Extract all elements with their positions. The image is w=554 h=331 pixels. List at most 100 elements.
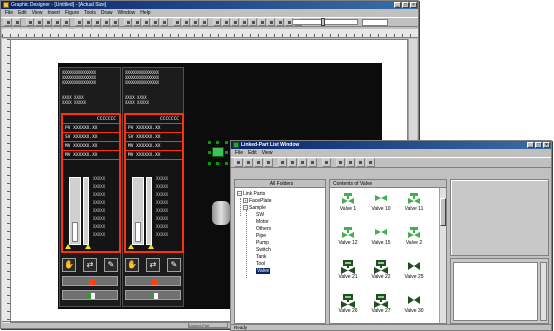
preview-view-icon[interactable] — [366, 158, 375, 167]
cut-icon[interactable] — [288, 158, 297, 167]
tree-node-switch[interactable]: Switch — [256, 247, 271, 253]
menu-view[interactable]: View — [32, 9, 43, 17]
tree-node-others[interactable]: Others — [256, 226, 271, 232]
list-view-icon[interactable] — [346, 158, 355, 167]
menu-tools[interactable]: Tools — [84, 9, 96, 17]
tree-node-sw[interactable]: SW — [256, 212, 264, 218]
new-icon[interactable] — [244, 158, 253, 167]
part-item[interactable]: Valve 15 — [366, 226, 396, 246]
cut-icon[interactable] — [93, 18, 101, 26]
large-icons-view-icon[interactable] — [336, 158, 345, 167]
zoom-dropdown[interactable] — [362, 19, 388, 26]
selection-handle[interactable] — [208, 151, 211, 154]
selected-valve-component[interactable] — [208, 141, 228, 165]
polygon-tool-icon[interactable] — [53, 18, 61, 26]
cycle-icon[interactable]: ⇄ — [146, 258, 160, 272]
align-center-icon[interactable] — [133, 18, 141, 26]
tree-node-tool[interactable]: Tool — [256, 261, 265, 267]
zoom-slider[interactable] — [292, 18, 358, 26]
faceplate-module[interactable]: XXXXXXXXXXXXXXXX XXXXXXXXXXXXXXXX XXXXXX… — [122, 67, 184, 307]
link-icon[interactable] — [249, 18, 257, 26]
line-tool-icon[interactable] — [26, 18, 34, 26]
zoom-icon[interactable] — [182, 18, 190, 26]
minimize-button[interactable]: _ — [394, 2, 401, 8]
menu-insert[interactable]: Insert — [47, 9, 60, 17]
switch-bar[interactable] — [62, 290, 118, 300]
part-item[interactable]: Valve 25 — [399, 260, 429, 280]
copy-icon[interactable] — [264, 158, 273, 167]
tree-node-faceplate[interactable]: + FacePlate — [243, 198, 272, 204]
pointer-tool-icon[interactable] — [13, 18, 21, 26]
align-left-icon[interactable] — [124, 18, 132, 26]
rect-tool-icon[interactable] — [35, 18, 43, 26]
menu-help[interactable]: Help — [140, 9, 150, 17]
parts-gallery[interactable]: Contents of Valve Valve 1 Valve 10 Valve 1… — [329, 179, 447, 324]
grid-icon[interactable] — [173, 18, 181, 26]
run-icon[interactable] — [276, 18, 284, 26]
edit-icon[interactable]: ✎ — [104, 258, 118, 272]
color-icon[interactable] — [231, 18, 239, 26]
lpw-minimize-button[interactable]: _ — [527, 142, 534, 148]
lpw-close-button[interactable]: × — [543, 142, 550, 148]
rotate-icon[interactable] — [191, 18, 199, 26]
group-tool-icon[interactable] — [75, 18, 83, 26]
tree-node-pump[interactable]: Pump — [256, 240, 269, 246]
paste-icon[interactable] — [111, 18, 119, 26]
menu-figure[interactable]: Figure — [65, 9, 79, 17]
selection-handle[interactable] — [216, 162, 219, 165]
up-folder-icon[interactable] — [322, 158, 331, 167]
tree-node-tank[interactable]: Tank — [256, 254, 267, 260]
lpw-menu-edit[interactable]: Edit — [248, 149, 257, 157]
copy-icon[interactable] — [102, 18, 110, 26]
align-right-icon[interactable] — [142, 18, 150, 26]
print-icon[interactable] — [254, 158, 263, 167]
alarm-bar[interactable] — [62, 276, 118, 286]
description-text-area[interactable] — [453, 262, 538, 321]
flip-icon[interactable] — [200, 18, 208, 26]
part-item[interactable]: Valve 1 — [333, 192, 363, 212]
cycle-icon[interactable]: ⇄ — [83, 258, 97, 272]
ellipse-tool-icon[interactable] — [44, 18, 52, 26]
part-item[interactable]: Valve 2 — [399, 226, 429, 246]
tree-node-link-parts[interactable]: − Link Parts — [237, 191, 265, 197]
description-scrollbar[interactable] — [540, 262, 547, 321]
open-folder-icon[interactable] — [234, 158, 243, 167]
gallery-header[interactable]: Contents of Valve — [330, 180, 446, 188]
font-icon[interactable] — [240, 18, 248, 26]
menu-file[interactable]: File — [5, 9, 13, 17]
properties-icon[interactable] — [308, 158, 317, 167]
main-title-bar[interactable]: Graphic Designer - [Untitled] - [Actual … — [1, 1, 418, 9]
tree-node-valve[interactable]: Valve — [256, 268, 271, 274]
part-item[interactable]: Valve 12 — [333, 226, 363, 246]
select-tool-icon[interactable] — [4, 18, 12, 26]
gallery-scrollbar-thumb[interactable] — [440, 198, 446, 226]
tree-node-sample[interactable]: − Sample — [243, 205, 266, 211]
lpw-title-bar[interactable]: Linked-Part List Window _ □ × — [231, 141, 551, 149]
alarm-bar[interactable] — [125, 276, 181, 286]
back-icon[interactable] — [160, 18, 168, 26]
tree-node-pipe[interactable]: Pipe — [256, 233, 266, 239]
ungroup-tool-icon[interactable] — [84, 18, 92, 26]
lpw-menu-view[interactable]: View — [262, 149, 273, 157]
tree-header[interactable]: All Folders — [235, 180, 325, 188]
test-icon[interactable] — [267, 18, 275, 26]
part-item[interactable]: Valve 22 — [366, 260, 396, 280]
selection-handle[interactable] — [208, 141, 211, 144]
lpw-maximize-button[interactable]: □ — [535, 142, 542, 148]
delete-icon[interactable] — [278, 158, 287, 167]
selection-handle[interactable] — [216, 141, 219, 144]
text-tool-icon[interactable] — [62, 18, 70, 26]
hand-icon[interactable]: ✋ — [125, 258, 139, 272]
part-item[interactable]: Valve 30 — [399, 294, 429, 314]
hand-icon[interactable]: ✋ — [62, 258, 76, 272]
tree-node-motor[interactable]: Motor — [256, 219, 269, 225]
selection-handle[interactable] — [225, 162, 228, 165]
faceplate-module[interactable]: XXXXXXXXXXXXXXXX XXXXXXXXXXXXXXXX XXXXXX… — [59, 67, 121, 307]
selection-handle[interactable] — [225, 151, 228, 154]
close-button[interactable]: × — [410, 2, 417, 8]
properties-icon[interactable] — [258, 18, 266, 26]
folder-tree[interactable]: All Folders − Link Parts + FacePlate − Samp… — [234, 179, 326, 324]
menu-window[interactable]: Window — [118, 9, 136, 17]
tank-icon[interactable] — [212, 201, 230, 225]
paste-icon[interactable] — [298, 158, 307, 167]
